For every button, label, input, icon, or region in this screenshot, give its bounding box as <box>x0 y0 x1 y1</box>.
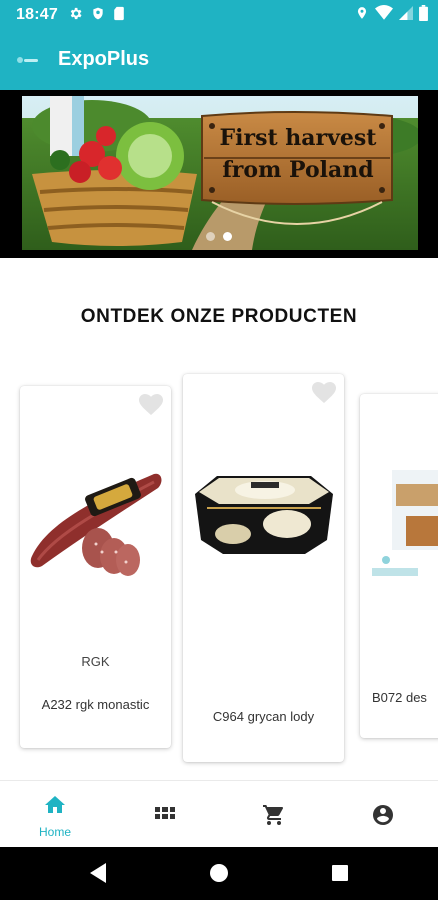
wifi-icon <box>375 5 393 20</box>
home-button-icon[interactable] <box>209 862 229 884</box>
account-icon <box>373 805 393 825</box>
nav-home[interactable]: Home <box>0 781 110 848</box>
product-image <box>28 452 164 580</box>
shield-icon <box>93 7 103 20</box>
product-card[interactable]: B072 des <box>360 394 438 738</box>
back-icon[interactable] <box>88 862 108 884</box>
banner-text: First harvest from Poland <box>202 122 394 186</box>
bottom-navigation: Home <box>0 780 438 847</box>
app-title: ExpoPlus <box>58 48 150 70</box>
product-name: A232 rgk monastic <box>41 697 150 712</box>
banner-carousel[interactable]: First harvest from Poland <box>0 90 438 258</box>
expoplus-logo <box>17 57 38 63</box>
carousel-dot-2[interactable] <box>223 232 232 241</box>
recents-icon[interactable] <box>330 862 350 884</box>
nav-categories[interactable] <box>110 781 220 848</box>
system-navigation-bar <box>0 847 438 900</box>
banner-line-1: First harvest <box>219 125 377 151</box>
battery-icon <box>419 5 428 21</box>
gear-icon <box>70 7 82 20</box>
signal-icon <box>399 6 413 20</box>
status-time: 18:47 <box>16 6 58 23</box>
status-bar: 18:47 <box>0 0 438 30</box>
grid-icon <box>155 807 175 819</box>
home-icon <box>45 796 65 813</box>
location-icon <box>357 7 367 19</box>
banner-slide[interactable]: First harvest from Poland <box>22 96 418 250</box>
product-name: C964 grycan lody <box>212 709 315 724</box>
product-card[interactable]: RGK A232 rgk monastic <box>20 386 171 748</box>
nav-home-label: Home <box>38 825 71 839</box>
product-card[interactable]: C964 grycan lody <box>183 374 344 762</box>
banner-line-2: from Poland <box>222 157 374 183</box>
nav-account[interactable] <box>328 781 438 848</box>
cart-icon <box>263 805 284 825</box>
carousel-indicator <box>206 232 232 241</box>
product-image <box>372 470 438 576</box>
product-image <box>195 476 333 554</box>
status-right-icons <box>355 5 428 21</box>
carousel-dot-1[interactable] <box>206 232 215 241</box>
section-title: ONTDEK ONZE PRODUCTEN <box>80 306 358 327</box>
app-bar: ExpoPlus <box>0 30 438 90</box>
product-brand: RGK <box>81 654 110 669</box>
sim-card-icon <box>114 6 124 21</box>
nav-cart[interactable] <box>219 781 329 848</box>
heart-icon[interactable] <box>139 394 163 416</box>
product-name: B072 des <box>372 690 427 705</box>
heart-icon[interactable] <box>312 382 336 404</box>
status-left-icons <box>68 6 125 21</box>
